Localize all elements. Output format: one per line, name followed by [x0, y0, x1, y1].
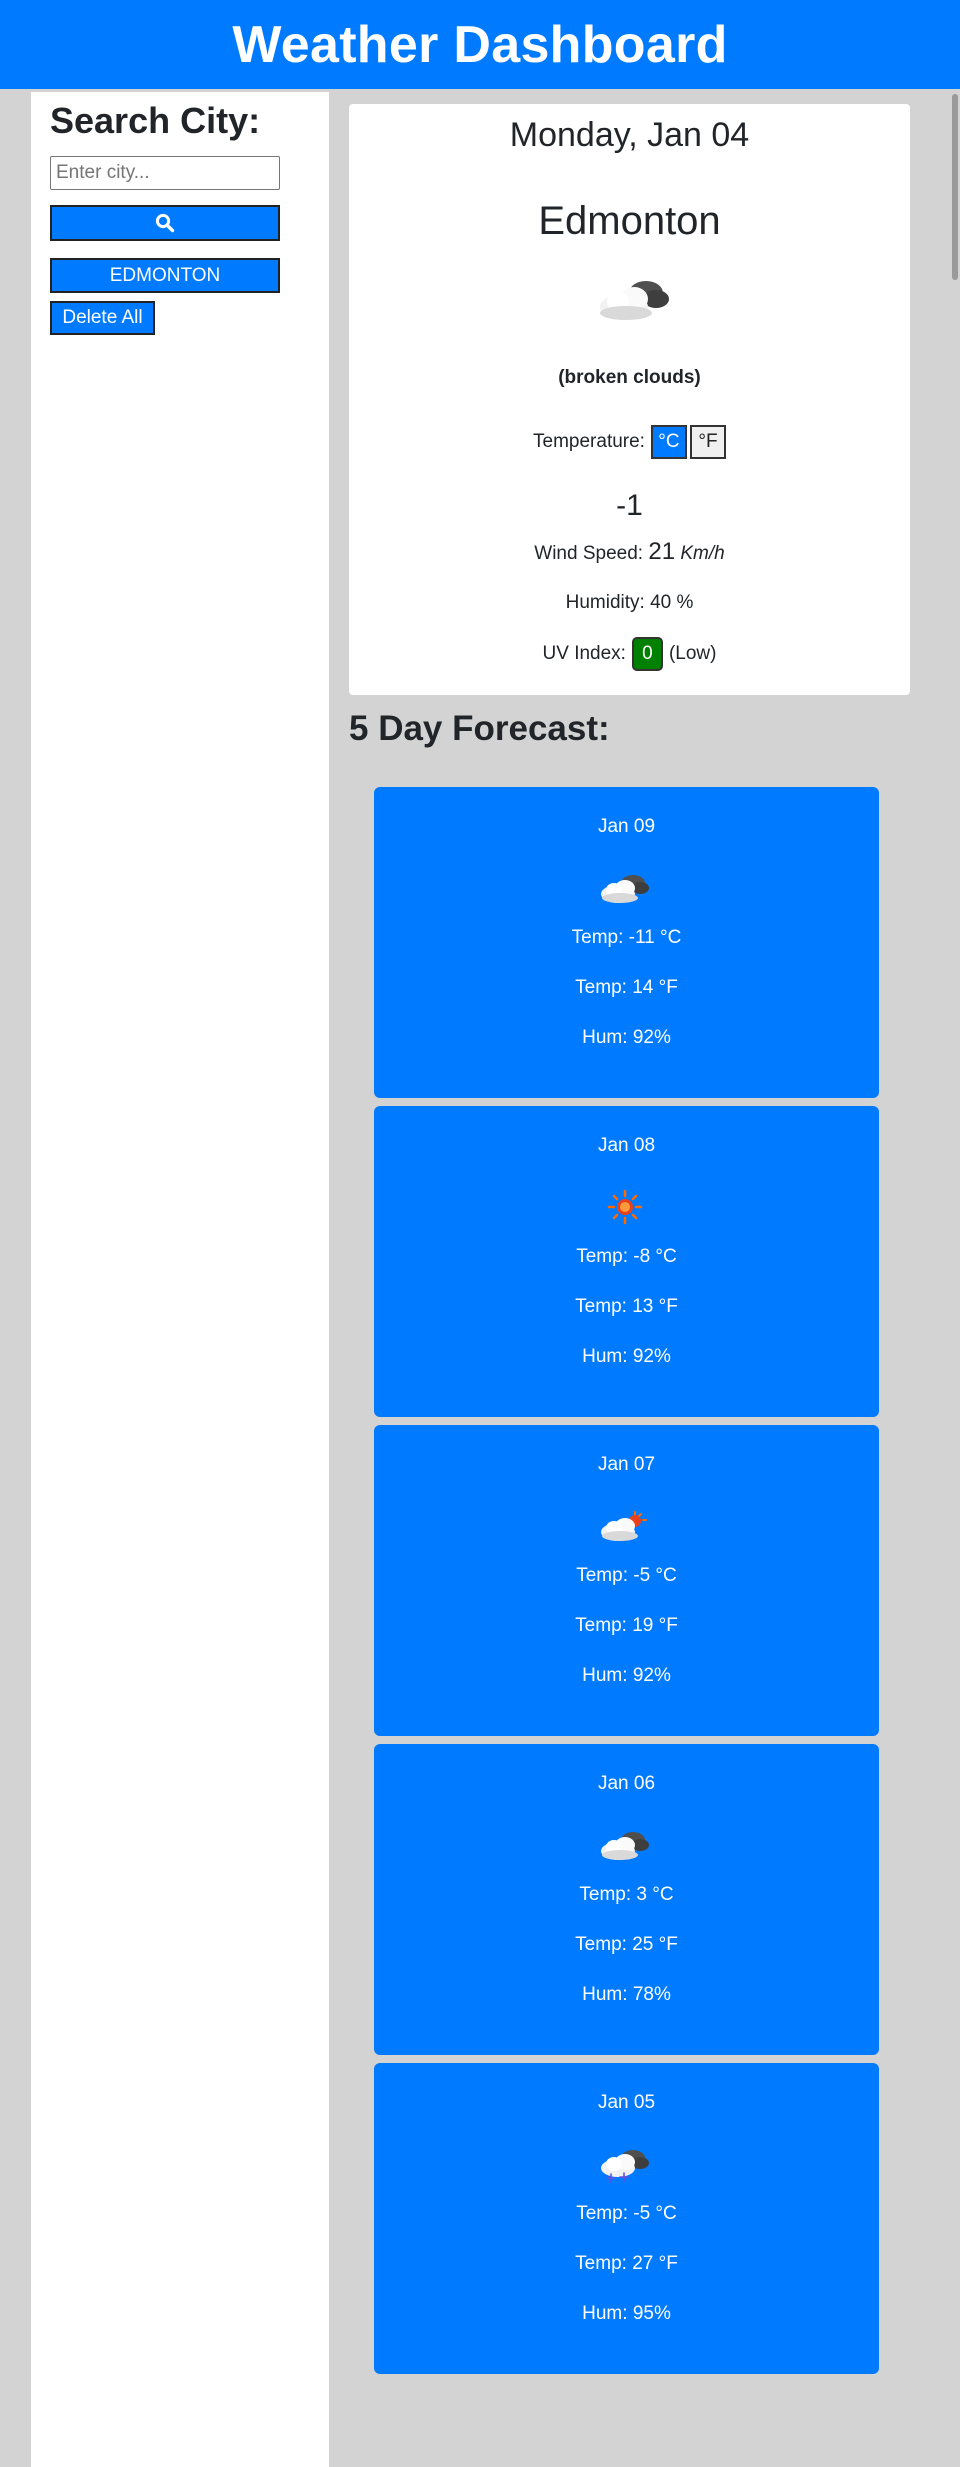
- forecast-date: Jan 09: [597, 816, 656, 837]
- wind-label: Wind Speed:: [534, 543, 644, 564]
- forecast-humidity: Hum: 92%: [582, 1027, 671, 1048]
- weather-description: (broken clouds): [558, 367, 701, 388]
- forecast-temp-fahrenheit: Temp: 27 °F: [575, 2253, 678, 2274]
- city-name: Edmonton: [538, 199, 721, 243]
- uv-index-row: UV Index: 0 (Low): [349, 637, 910, 671]
- forecast-date: Jan 06: [597, 1773, 656, 1794]
- snow-icon: [597, 2144, 653, 2189]
- forecast-card: Jan 09 Temp: -11 °C Temp: 14 °F Hum: 92%: [374, 787, 879, 1098]
- forecast-card: Jan 06 Temp: 3 °C Temp: 25 °F Hum: 78%: [374, 1744, 879, 2055]
- sun-icon: [597, 1187, 653, 1232]
- wind-speed: Wind Speed: 21 Km/h: [349, 538, 910, 566]
- broken-clouds-icon: [597, 868, 653, 913]
- current-weather-card: Monday, Jan 04 Edmonton (broken clouds) …: [349, 104, 910, 695]
- forecast-temp-fahrenheit: Temp: 14 °F: [575, 977, 678, 998]
- forecast-heading: 5 Day Forecast:: [349, 709, 610, 748]
- forecast-temp-celsius: Temp: 3 °C: [579, 1884, 674, 1905]
- uv-index-badge: 0: [631, 637, 663, 671]
- temperature-unit-row: Temperature: °C °F: [349, 425, 910, 459]
- forecast-humidity: Hum: 92%: [582, 1346, 671, 1367]
- forecast-temp-fahrenheit: Temp: 19 °F: [575, 1615, 678, 1636]
- forecast-temp-celsius: Temp: -5 °C: [576, 1565, 677, 1586]
- wind-value: 21: [648, 538, 676, 565]
- broken-clouds-icon: [597, 1825, 653, 1870]
- forecast-card: Jan 05 Temp: -5 °C Temp: 27 °F Hum: 95%: [374, 2063, 879, 2374]
- current-date: Monday, Jan 04: [509, 116, 750, 154]
- forecast-humidity: Hum: 78%: [582, 1984, 671, 2005]
- page-title: Weather Dashboard: [232, 15, 728, 74]
- search-icon: [155, 213, 175, 233]
- temperature-value: -1: [616, 489, 643, 522]
- few-clouds-icon: [597, 1506, 653, 1551]
- search-button[interactable]: [50, 205, 280, 241]
- broken-clouds-icon: [594, 269, 674, 334]
- forecast-humidity: Hum: 92%: [582, 1665, 671, 1686]
- celsius-toggle[interactable]: °C: [650, 425, 687, 459]
- forecast-date: Jan 05: [597, 2092, 656, 2113]
- city-search-input[interactable]: [50, 156, 280, 190]
- forecast-card: Jan 07 Temp: -5 °C Temp: 19 °F Hum: 92%: [374, 1425, 879, 1736]
- forecast-temp-fahrenheit: Temp: 13 °F: [575, 1296, 678, 1317]
- forecast-temp-celsius: Temp: -11 °C: [571, 927, 682, 948]
- forecast-temp-celsius: Temp: -5 °C: [576, 2203, 677, 2224]
- search-heading: Search City:: [50, 100, 261, 141]
- delete-all-button[interactable]: Delete All: [50, 301, 155, 335]
- forecast-date: Jan 07: [597, 1454, 656, 1475]
- fahrenheit-toggle[interactable]: °F: [689, 425, 726, 459]
- forecast-temp-celsius: Temp: -8 °C: [576, 1246, 677, 1267]
- page-header: Weather Dashboard: [0, 0, 960, 89]
- forecast-card: Jan 08 Temp: -8 °C Temp: 13 °F Hum: 92%: [374, 1106, 879, 1417]
- search-sidebar: Search City: EDMONTON Delete All: [31, 92, 329, 2467]
- uv-level: (Low): [668, 643, 717, 664]
- wind-unit: Km/h: [680, 543, 725, 564]
- uv-label: UV Index:: [542, 643, 626, 664]
- humidity: Humidity: 40 %: [565, 592, 694, 613]
- forecast-humidity: Hum: 95%: [582, 2303, 671, 2324]
- forecast-date: Jan 08: [597, 1135, 656, 1156]
- temperature-label: Temperature:: [533, 431, 645, 452]
- scrollbar-thumb[interactable]: [952, 94, 958, 280]
- history-item-edmonton[interactable]: EDMONTON: [50, 258, 280, 293]
- forecast-temp-fahrenheit: Temp: 25 °F: [575, 1934, 678, 1955]
